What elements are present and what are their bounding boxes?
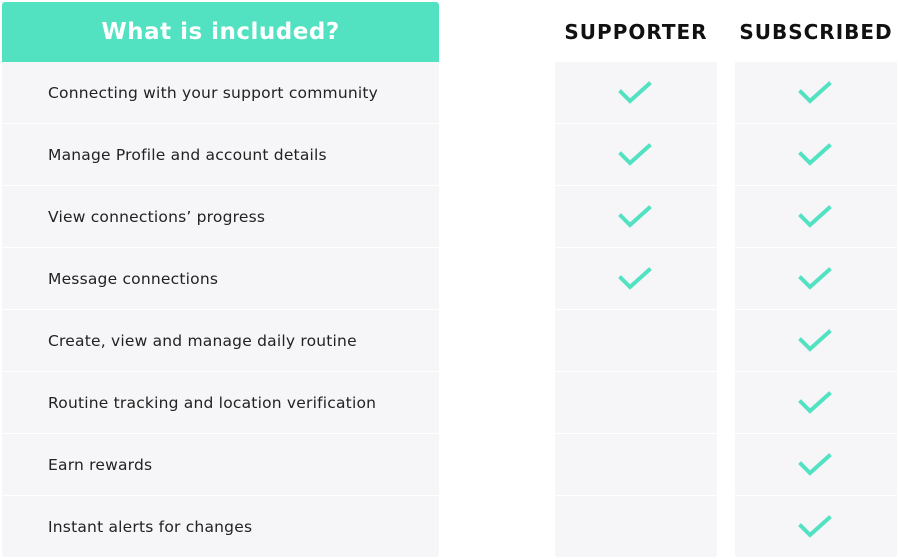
feature-cell: Routine tracking and location verificati… xyxy=(2,372,439,433)
feature-cell: Manage Profile and account details xyxy=(2,124,439,185)
check-icon xyxy=(618,266,652,290)
table-row: Create, view and manage daily routine xyxy=(0,310,898,372)
check-icon xyxy=(798,390,832,414)
subscribed-cell xyxy=(735,496,897,557)
comparison-table: What is included? SUPPORTER SUBSCRIBED C… xyxy=(0,0,898,559)
table-row: Message connections xyxy=(0,248,898,310)
table-row: Manage Profile and account details xyxy=(0,124,898,186)
table-row: Earn rewards xyxy=(0,434,898,496)
feature-label: Connecting with your support community xyxy=(48,83,379,102)
check-icon xyxy=(798,80,832,104)
feature-label: Manage Profile and account details xyxy=(48,145,327,164)
feature-label: Routine tracking and location verificati… xyxy=(48,393,377,412)
subscribed-cell xyxy=(735,434,897,495)
supporter-cell xyxy=(555,62,717,123)
subscribed-cell xyxy=(735,124,897,185)
subscribed-cell xyxy=(735,248,897,309)
feature-cell: Connecting with your support community xyxy=(2,62,439,123)
supporter-cell xyxy=(555,310,717,371)
check-icon xyxy=(798,514,832,538)
subscribed-cell xyxy=(735,310,897,371)
supporter-cell xyxy=(555,372,717,433)
check-icon xyxy=(798,452,832,476)
subscribed-cell xyxy=(735,372,897,433)
supporter-cell xyxy=(555,124,717,185)
feature-cell: Instant alerts for changes xyxy=(2,496,439,557)
supporter-cell xyxy=(555,186,717,247)
table-title: What is included? xyxy=(101,19,340,45)
check-icon xyxy=(798,328,832,352)
feature-label: Earn rewards xyxy=(48,455,153,474)
feature-rows: Connecting with your support community Ma… xyxy=(0,62,898,558)
supporter-cell xyxy=(555,434,717,495)
feature-label: Instant alerts for changes xyxy=(48,517,253,536)
subscribed-cell xyxy=(735,186,897,247)
table-row: Routine tracking and location verificati… xyxy=(0,372,898,434)
feature-cell: Message connections xyxy=(2,248,439,309)
check-icon xyxy=(618,142,652,166)
feature-cell: Create, view and manage daily routine xyxy=(2,310,439,371)
subscribed-column-header: SUBSCRIBED xyxy=(739,20,893,44)
feature-cell: Earn rewards xyxy=(2,434,439,495)
supporter-column-header: SUPPORTER xyxy=(564,20,708,44)
feature-label: Create, view and manage daily routine xyxy=(48,331,357,350)
subscribed-cell xyxy=(735,62,897,123)
table-row: View connections’ progress xyxy=(0,186,898,248)
supporter-cell xyxy=(555,496,717,557)
check-icon xyxy=(798,204,832,228)
check-icon xyxy=(798,142,832,166)
feature-label: View connections’ progress xyxy=(48,207,266,226)
check-icon xyxy=(798,266,832,290)
feature-label: Message connections xyxy=(48,269,219,288)
supporter-cell xyxy=(555,248,717,309)
table-header: What is included? xyxy=(2,2,439,62)
feature-cell: View connections’ progress xyxy=(2,186,439,247)
table-row: Instant alerts for changes xyxy=(0,496,898,558)
check-icon xyxy=(618,204,652,228)
table-row: Connecting with your support community xyxy=(0,62,898,124)
check-icon xyxy=(618,80,652,104)
